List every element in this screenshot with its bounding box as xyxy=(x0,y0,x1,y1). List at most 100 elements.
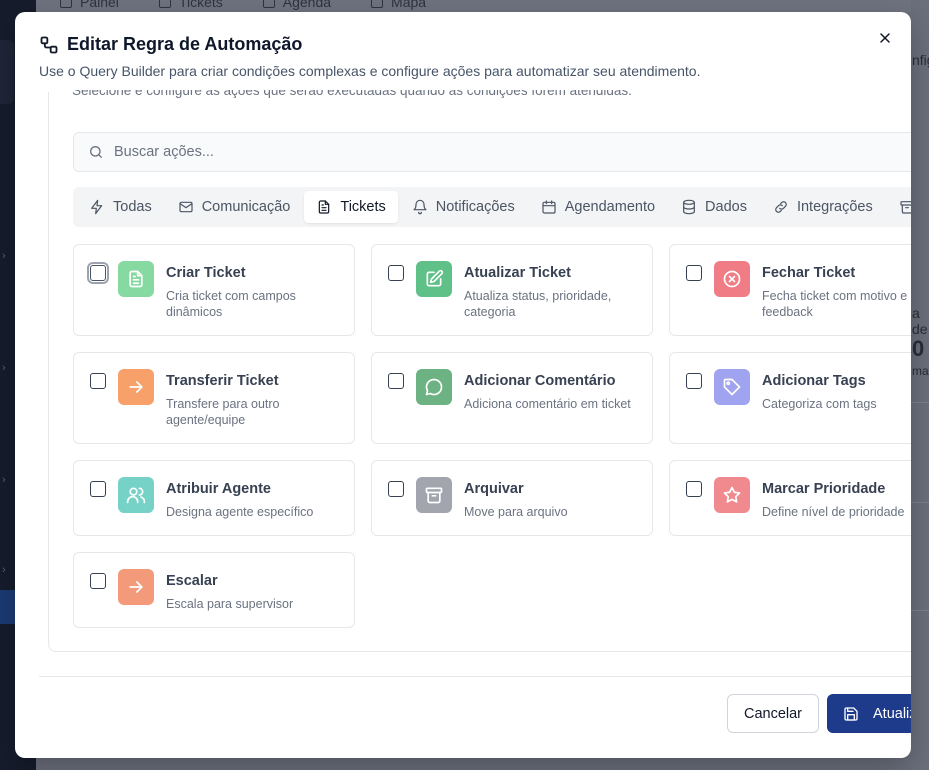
bg-nav-item: Agenda xyxy=(262,0,331,10)
tab-label: Todas xyxy=(113,199,152,215)
bot-icon xyxy=(887,199,911,215)
grid-icon xyxy=(60,0,72,8)
action-description: Fecha ticket com motivo e feedback xyxy=(762,289,908,319)
x-circle-icon xyxy=(714,261,750,297)
action-checkbox[interactable] xyxy=(90,573,106,589)
search-actions-input[interactable] xyxy=(114,144,814,160)
calendar-icon xyxy=(541,199,557,215)
action-checkbox[interactable] xyxy=(388,481,404,497)
footer-divider xyxy=(39,676,911,677)
action-description: Atualiza status, prioridade, categoria xyxy=(464,289,612,319)
chevron-right-icon: › xyxy=(2,474,6,486)
tab-agendamento[interactable]: Agendamento xyxy=(529,191,667,223)
bg-nav-item: Tickets xyxy=(158,0,223,10)
background-sidebar-active xyxy=(0,590,16,624)
database-icon xyxy=(681,199,697,215)
bg-text: nfig xyxy=(912,52,929,68)
bg-text: ma xyxy=(912,364,929,378)
tab-label: Comunicação xyxy=(201,199,291,215)
star-icon xyxy=(714,477,750,513)
action-card-transferir-ticket[interactable]: Transferir Ticket Transfere para outro ag… xyxy=(73,352,355,444)
action-checkbox[interactable] xyxy=(686,265,702,281)
action-card-marcar-prioridade[interactable]: Marcar Prioridade Define nível de priorid… xyxy=(669,460,911,536)
action-checkbox[interactable] xyxy=(388,373,404,389)
file-text-icon xyxy=(118,261,154,297)
action-category-tabs: Todas Comunicação Tickets Notificações Agend… xyxy=(73,187,911,227)
save-icon xyxy=(844,706,858,721)
action-name: Criar Ticket xyxy=(166,265,246,281)
edit-automation-rule-dialog: Editar Regra de Automação Use o Query Bu… xyxy=(15,12,911,758)
action-description: Define nível de prioridade xyxy=(762,505,905,519)
update-button[interactable]: Atualizar xyxy=(827,694,911,733)
map-pin-icon xyxy=(371,0,384,8)
tab-todas[interactable]: Todas xyxy=(77,191,164,223)
action-card-atualizar-ticket[interactable]: Atualizar Ticket Atualiza status, priorid… xyxy=(371,244,653,336)
action-checkbox[interactable] xyxy=(686,373,702,389)
tab-label: Dados xyxy=(705,199,747,215)
action-card-atribuir-agente[interactable]: Atribuir Agente Designa agente específico xyxy=(73,460,355,536)
action-description: Adiciona comentário em ticket xyxy=(464,397,631,411)
action-checkbox[interactable] xyxy=(87,262,109,284)
section-description: Selecione e configure as ações que serão… xyxy=(72,90,632,98)
dialog-header: Editar Regra de Automação Use o Query Bu… xyxy=(39,34,887,79)
tab-integracoes[interactable]: Integrações xyxy=(761,191,885,223)
action-card-adicionar-comentario[interactable]: Adicionar Comentário Adiciona comentário … xyxy=(371,352,653,444)
zap-icon xyxy=(89,199,105,215)
message-circle-icon xyxy=(416,369,452,405)
action-description: Move para arquivo xyxy=(464,505,568,519)
tab-label: Integrações xyxy=(796,199,873,215)
search-actions-box[interactable] xyxy=(73,132,911,172)
mail-icon xyxy=(178,199,194,215)
tag-icon xyxy=(714,369,750,405)
close-button[interactable] xyxy=(875,28,895,48)
action-checkbox[interactable] xyxy=(90,373,106,389)
background-nav: Painel Tickets Agenda Mapa xyxy=(60,0,426,10)
action-card-fechar-ticket[interactable]: Fechar Ticket Fecha ticket com motivo e f… xyxy=(669,244,911,336)
action-description: Categoriza com tags xyxy=(762,397,877,411)
action-name: Marcar Prioridade xyxy=(762,481,886,497)
bg-divider xyxy=(911,502,929,503)
chevron-right-icon: › xyxy=(2,564,6,576)
action-name: Atribuir Agente xyxy=(166,481,271,497)
action-card-adicionar-tags[interactable]: Adicionar Tags Categoriza com tags xyxy=(669,352,911,444)
tab-dados[interactable]: Dados xyxy=(669,191,759,223)
users-icon xyxy=(118,477,154,513)
background-right-panel xyxy=(911,0,929,770)
action-card-escalar[interactable]: Escalar Escala para supervisor xyxy=(73,552,355,628)
bg-divider xyxy=(911,402,929,403)
dialog-title: Editar Regra de Automação xyxy=(39,34,887,55)
bg-nav-item: Painel xyxy=(60,0,119,10)
arrow-right-icon xyxy=(118,569,154,605)
action-checkbox[interactable] xyxy=(90,481,106,497)
bg-nav-item: Mapa xyxy=(371,0,426,10)
tab-notificacoes[interactable]: Notificações xyxy=(400,191,527,223)
ticket-icon xyxy=(158,0,171,8)
cancel-button[interactable]: Cancelar xyxy=(727,694,819,733)
action-checkbox[interactable] xyxy=(388,265,404,281)
workflow-icon xyxy=(39,35,59,55)
dialog-title-text: Editar Regra de Automação xyxy=(67,34,303,54)
file-text-icon xyxy=(316,199,332,215)
action-card-arquivar[interactable]: Arquivar Move para arquivo xyxy=(371,460,653,536)
tab-tickets[interactable]: Tickets xyxy=(304,191,398,223)
link-icon xyxy=(773,199,789,215)
bg-text: a de xyxy=(912,305,928,337)
tab-label: Notificações xyxy=(435,199,515,215)
action-card-criar-ticket[interactable]: Criar Ticket Cria ticket com campos dinâm… xyxy=(73,244,355,336)
edit-icon xyxy=(416,261,452,297)
action-name: Transferir Ticket xyxy=(166,373,279,389)
bell-icon xyxy=(412,199,428,215)
dialog-description: Use o Query Builder para criar condições… xyxy=(39,63,701,79)
action-description: Cria ticket com campos dinâmicos xyxy=(166,289,296,319)
action-name: Adicionar Comentário xyxy=(464,373,616,389)
chevron-right-icon: › xyxy=(2,250,6,262)
chevron-right-icon: › xyxy=(2,362,6,374)
action-name: Escalar xyxy=(166,573,218,589)
action-name: Fechar Ticket xyxy=(762,265,856,281)
archive-icon xyxy=(416,477,452,513)
action-checkbox[interactable] xyxy=(686,481,702,497)
action-name: Adicionar Tags xyxy=(762,373,866,389)
update-button-label: Atualizar xyxy=(873,705,911,722)
action-description: Designa agente específico xyxy=(166,505,314,519)
tab-comunicacao[interactable]: Comunicação xyxy=(166,191,303,223)
